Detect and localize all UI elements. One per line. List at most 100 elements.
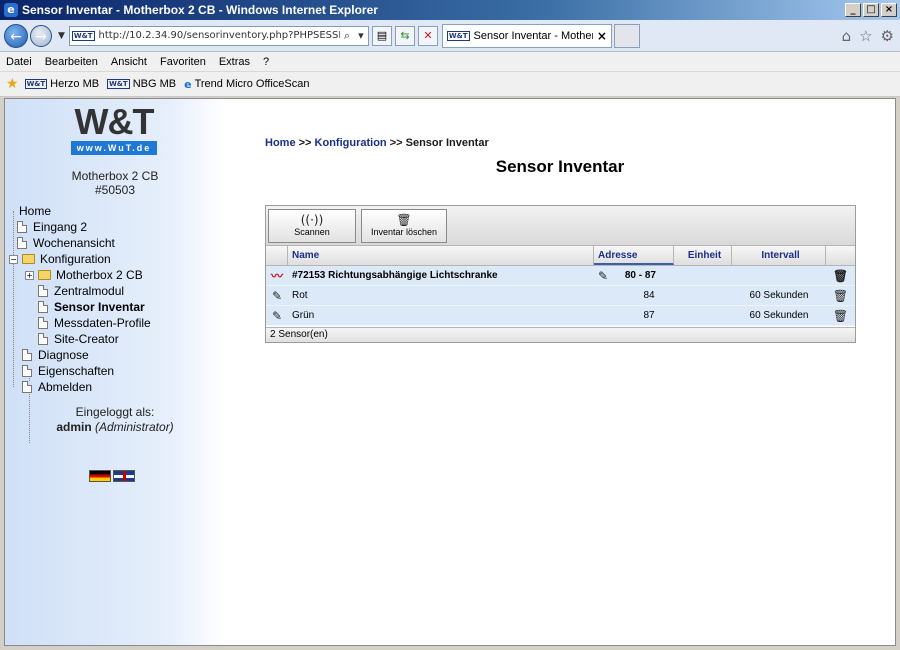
forward-button[interactable]: → [30, 24, 52, 47]
page-icon [38, 301, 48, 313]
tree-item-abmelden[interactable]: Abmelden [22, 379, 92, 395]
tab-close-icon[interactable]: × [597, 29, 607, 43]
close-button[interactable]: × [881, 3, 897, 17]
favorite-nbg-mb[interactable]: W&T NBG MB [107, 78, 176, 90]
star-icon[interactable]: ☆ [859, 27, 872, 45]
column-header-address[interactable]: Adresse [594, 246, 674, 265]
address-dropdown[interactable]: ▾ [354, 29, 368, 42]
delete-cell: 🗑 [826, 289, 855, 303]
address-url[interactable]: http://10.2.34.90/sensorinventory.php?PH… [99, 30, 340, 41]
home-icon[interactable]: ⌂ [842, 27, 852, 45]
sensor-address: 80 - 87 [624, 270, 656, 281]
tree-label: Zentralmodul [54, 284, 125, 298]
tree-item-diagnose[interactable]: Diagnose [22, 347, 89, 363]
tree-item-motherbox[interactable]: + Motherbox 2 CB [25, 267, 143, 283]
menu-favoriten[interactable]: Favoriten [160, 56, 206, 68]
wut-icon: W&T [107, 79, 130, 89]
breadcrumb-home[interactable]: Home [265, 137, 296, 149]
tree-label: Abmelden [38, 380, 93, 394]
language-selector [89, 470, 135, 482]
breadcrumb-separator: >> [295, 137, 315, 149]
favorite-trend-micro[interactable]: e Trend Micro OfficeScan [184, 78, 309, 91]
compat-view-button[interactable]: ▤ [371, 25, 392, 46]
tree-item-wochenansicht[interactable]: Wochenansicht [17, 235, 115, 251]
favorite-label: Herzo MB [50, 78, 100, 90]
address-bar[interactable]: W&T http://10.2.34.90/sensorinventory.ph… [68, 25, 369, 46]
column-header-interval[interactable]: Intervall [732, 246, 826, 265]
edit-icon[interactable]: ✎ [598, 269, 608, 283]
trash-icon: 🗑 [396, 212, 412, 227]
tree-label: Messdaten-Profile [54, 316, 151, 330]
sensor-interval: 60 Sekunden [749, 290, 809, 301]
tree-item-eingang-2[interactable]: Eingang 2 [17, 219, 87, 235]
tree-label: Home [19, 204, 52, 218]
logo-text: W&T [74, 101, 155, 142]
page-content: W&T www.WuT.de Motherbox 2 CB #50503 Hom… [4, 98, 896, 646]
tree-item-messdaten-profile[interactable]: Messdaten-Profile [38, 315, 151, 331]
delete-cell: 🗑 [826, 309, 855, 323]
menu-datei[interactable]: Datei [6, 56, 32, 68]
favorite-label: Trend Micro OfficeScan [194, 78, 310, 90]
maximize-button[interactable]: □ [863, 3, 879, 17]
menu-bearbeiten[interactable]: Bearbeiten [45, 56, 98, 68]
stop-button[interactable]: ✕ [417, 25, 438, 46]
table-row[interactable]: ✎ Rot 84 60 Sekunden 🗑 [266, 286, 855, 306]
tree-label: Wochenansicht [33, 236, 115, 250]
tree-label: Diagnose [38, 348, 89, 362]
favorites-star-icon[interactable]: ★ [6, 76, 19, 92]
favorite-label: NBG MB [132, 78, 177, 90]
sensor-interval: 60 Sekunden [749, 310, 809, 321]
german-flag-icon[interactable] [89, 470, 111, 482]
english-flag-icon[interactable] [113, 470, 135, 482]
tree-label: Site-Creator [54, 332, 119, 346]
menu-help[interactable]: ? [263, 56, 269, 68]
scan-button[interactable]: ((·)) Scannen [268, 208, 356, 243]
tree-item-sensor-inventar[interactable]: Sensor Inventar [38, 299, 145, 315]
wut-logo[interactable]: W&T www.WuT.de [71, 101, 157, 155]
tree-item-eigenschaften[interactable]: Eigenschaften [22, 363, 114, 379]
search-icon[interactable]: ⌕ [340, 29, 354, 43]
browser-tab[interactable]: W&T Sensor Inventar - Motherbo... × [441, 23, 612, 48]
history-dropdown[interactable]: ▼ [58, 31, 65, 41]
trash-icon[interactable]: 🗑 [833, 269, 848, 283]
refresh-button[interactable]: ⇆ [394, 25, 415, 46]
trash-icon[interactable]: 🗑 [833, 289, 848, 303]
back-button[interactable]: ← [4, 23, 28, 48]
gear-icon[interactable]: ⚙ [881, 27, 894, 45]
collapse-icon[interactable]: − [9, 254, 18, 264]
expand-icon[interactable]: + [25, 270, 34, 280]
favorite-herzo-mb[interactable]: W&T Herzo MB [24, 78, 100, 90]
favorites-bar: ★ W&T Herzo MB W&T NBG MB e Trend Micro … [0, 72, 900, 97]
device-number: #50503 [94, 183, 136, 197]
page-icon [22, 365, 32, 377]
tree-item-konfiguration[interactable]: − Konfiguration [9, 251, 111, 267]
chart-icon[interactable]: 〰 [271, 269, 283, 283]
clear-inventory-button[interactable]: 🗑 Inventar löschen [361, 208, 447, 243]
page-icon [17, 221, 27, 233]
menu-extras[interactable]: Extras [219, 56, 250, 68]
icon-cell: ✎ [266, 289, 288, 303]
page-title: Sensor Inventar [495, 157, 625, 176]
panel-toolbar: ((·)) Scannen 🗑 Inventar löschen [266, 206, 855, 246]
column-header-name[interactable]: Name [288, 246, 594, 265]
new-tab-button[interactable] [613, 23, 640, 48]
clear-inventory-label: Inventar löschen [370, 226, 438, 237]
sidebar: W&T www.WuT.de Motherbox 2 CB #50503 Hom… [5, 99, 225, 645]
login-user: admin [56, 420, 92, 434]
breadcrumb-konfiguration[interactable]: Konfiguration [315, 137, 387, 149]
tree-item-zentralmodul[interactable]: Zentralmodul [38, 283, 124, 299]
table-row[interactable]: 〰 #72153 Richtungsabhängige Lichtschrank… [266, 266, 855, 286]
minimize-button[interactable]: _ [845, 3, 861, 17]
breadcrumb-separator: >> [386, 137, 406, 149]
forward-icon: → [35, 28, 47, 45]
edit-icon[interactable]: ✎ [272, 289, 282, 303]
trash-icon[interactable]: 🗑 [833, 309, 848, 323]
menu-ansicht[interactable]: Ansicht [111, 56, 147, 68]
table-row[interactable]: ✎ Grün 87 60 Sekunden 🗑 [266, 306, 855, 326]
tree-item-home[interactable]: Home [17, 203, 51, 219]
edit-icon[interactable]: ✎ [272, 309, 282, 323]
column-header-unit[interactable]: Einheit [674, 246, 732, 265]
tree-item-site-creator[interactable]: Site-Creator [38, 331, 119, 347]
page-icon [22, 349, 32, 361]
page-icon [38, 333, 48, 345]
